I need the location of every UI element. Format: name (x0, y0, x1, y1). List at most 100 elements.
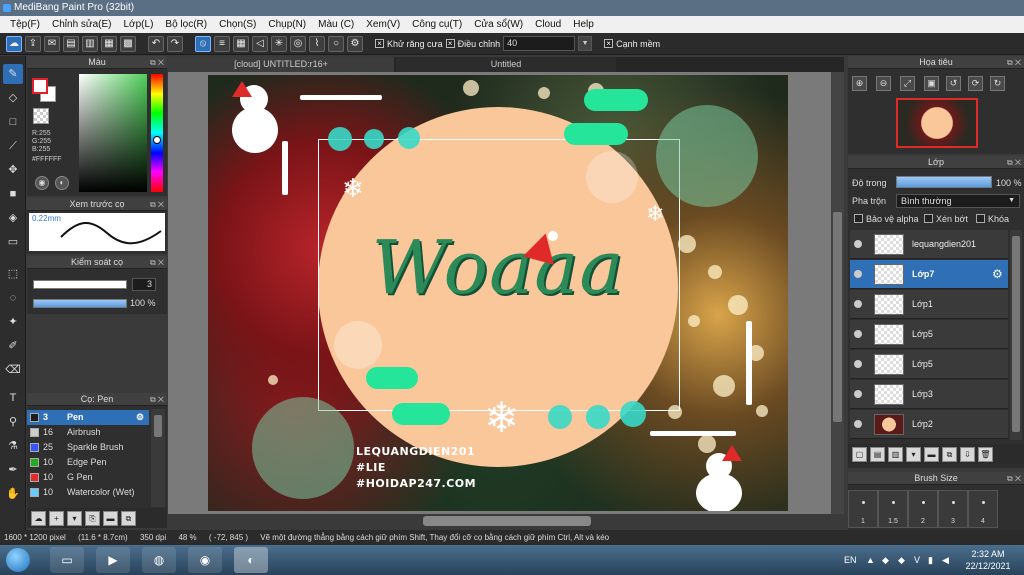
new-layer-icon[interactable]: ▢ (852, 446, 867, 462)
eye-icon[interactable] (854, 360, 862, 368)
rotate-left-icon[interactable]: ↺ (946, 76, 961, 91)
eraser-tool-icon[interactable]: ◇ (3, 88, 23, 108)
volume-icon[interactable]: ◀ (942, 545, 949, 575)
chevron-down-icon[interactable]: ▼ (578, 36, 593, 51)
lock-checkbox[interactable]: Khóa (976, 214, 1009, 224)
brush-size-option[interactable]: 1 (848, 490, 878, 528)
snap-settings-icon[interactable]: ⚙ (347, 35, 363, 52)
layer-opacity-slider[interactable] (896, 176, 992, 188)
fit-screen-icon[interactable]: ⤢ (900, 76, 915, 91)
brush-size-option[interactable]: 4 (968, 490, 998, 528)
panel-float-icon[interactable]: ⧉ ✕ (150, 256, 164, 269)
gear-icon[interactable]: ⚙ (992, 267, 1003, 281)
soft-edge-checkbox[interactable]: × (604, 39, 614, 48)
panel-float-icon[interactable]: ⧉ ✕ (1007, 156, 1021, 169)
canvas-horizontal-scrollbar[interactable] (168, 514, 844, 528)
select-eraser-tool-icon[interactable]: ⌫ (3, 360, 23, 380)
share-icon[interactable]: ⇪ (25, 35, 41, 52)
comment-icon[interactable]: ✉ (44, 35, 60, 52)
eye-icon[interactable] (854, 270, 862, 278)
cloud-icon[interactable]: ☁ (6, 35, 22, 52)
artwork-canvas[interactable]: Woaaa ❄ ❄ ❄ LEQUANGDIEN201 #LIE #HOIDAP2… (208, 75, 788, 511)
layer-list-scroll-thumb[interactable] (1012, 236, 1020, 432)
layer-folder-icon[interactable]: ▬ (924, 446, 939, 462)
medibang-icon[interactable]: ◐ (234, 547, 268, 573)
menu-color[interactable]: Màu (C) (312, 16, 360, 33)
tray-arrow-icon[interactable]: ▲ (866, 545, 875, 575)
windows-start-icon[interactable] (6, 548, 30, 572)
menu-layer[interactable]: Lớp(L) (118, 16, 160, 33)
dot-tool-icon[interactable]: ⟋ (3, 136, 23, 156)
navigator-thumbnail[interactable] (896, 98, 978, 148)
menu-tools[interactable]: Công cụ(T) (406, 16, 468, 33)
brush-item-pen[interactable]: 3 Pen ⚙ (27, 410, 149, 425)
transparent-color-swatch[interactable] (33, 108, 49, 124)
snap-parallel-icon[interactable]: ≡ (214, 35, 230, 52)
brush-cloud-icon[interactable]: ☁ (31, 510, 46, 526)
tab-cloud-untitled[interactable]: [cloud] UNTITLED:r16+ (168, 57, 394, 72)
taskbar-clock[interactable]: 2:32 AM 22/12/2021 (956, 548, 1020, 572)
lasso-tool-icon[interactable]: ◌ (3, 288, 23, 308)
chrome-icon[interactable]: ◉ (188, 547, 222, 573)
antialias-checkbox[interactable]: × (375, 39, 384, 48)
page-icon[interactable]: ▥ (82, 35, 98, 52)
palette-icon[interactable]: ◉ (35, 176, 49, 190)
layer-row[interactable]: lequangdien201 (850, 230, 1008, 259)
tab-untitled[interactable]: Untitled (396, 57, 616, 72)
brush-size-slider[interactable] (33, 280, 127, 289)
hand-tool-icon[interactable]: ✋ (3, 484, 23, 504)
menu-help[interactable]: Help (567, 16, 600, 33)
canvas-vertical-scrollbar[interactable] (831, 72, 844, 514)
snap-radial-icon[interactable]: ✳ (271, 35, 287, 52)
grid-icon[interactable]: ▩ (120, 35, 136, 52)
brush-tool-icon[interactable]: ✎ (3, 64, 23, 84)
gradient-tool-icon[interactable]: ▭ (3, 232, 23, 252)
blend-mode-select[interactable]: Bình thường ▼ (896, 194, 1020, 208)
rotate-right-icon[interactable]: ↻ (990, 76, 1005, 91)
undo-icon[interactable]: ↶ (148, 35, 164, 52)
clipping-checkbox[interactable]: Xén bớt (924, 214, 968, 224)
layer-row[interactable]: Lớp2 (850, 410, 1008, 439)
menu-window[interactable]: Cửa sổ(W) (468, 16, 529, 33)
brush-list-scrollbar[interactable] (151, 409, 165, 507)
new-8bit-layer-icon[interactable]: ▥ (888, 446, 903, 462)
layer-row[interactable]: Lớp7 ⚙ (850, 260, 1008, 289)
eyedropper-tool-icon[interactable]: ⚗ (3, 436, 23, 456)
eye-icon[interactable] (854, 330, 862, 338)
language-indicator[interactable]: EN (844, 545, 857, 575)
snap-circle-icon[interactable]: ◎ (290, 35, 306, 52)
duplicate-layer-icon[interactable]: ⧉ (942, 446, 957, 462)
panel-float-icon[interactable]: ⧉ ✕ (1007, 472, 1021, 485)
menu-file[interactable]: Tệp(F) (4, 16, 46, 33)
layer-menu-icon[interactable]: ▾ (906, 446, 921, 462)
layer-row[interactable]: Lớp3 (850, 380, 1008, 409)
brush-size-option[interactable]: 3 (938, 490, 968, 528)
panels-icon[interactable]: ▦ (101, 35, 117, 52)
fill-rect-tool-icon[interactable]: ■ (3, 184, 23, 204)
new-halftone-layer-icon[interactable]: ▤ (870, 446, 885, 462)
actual-size-icon[interactable]: ▣ (924, 76, 939, 91)
copy-brush-icon[interactable]: ⎘ (85, 510, 100, 526)
app-icon[interactable]: ◍ (142, 547, 176, 573)
protect-alpha-checkbox[interactable]: Bảo vệ alpha (854, 214, 919, 224)
zoom-out-icon[interactable]: ⊖ (876, 76, 891, 91)
tray-app-icon[interactable]: V (914, 545, 920, 575)
magic-wand-tool-icon[interactable]: ✦ (3, 312, 23, 332)
snap-ellipse-icon[interactable]: ○ (328, 35, 344, 52)
adjust-value-input[interactable]: 40 (503, 36, 576, 51)
snap-off-icon[interactable]: ⦸ (195, 35, 211, 52)
brush-list-scroll-thumb[interactable] (154, 415, 162, 437)
layer-row[interactable]: Lớp1 (850, 290, 1008, 319)
foreground-color-swatch[interactable] (32, 78, 48, 94)
eye-icon[interactable] (854, 390, 862, 398)
select-tool-icon[interactable]: ⬚ (3, 264, 23, 284)
layer-row[interactable]: Lớp5 (850, 320, 1008, 349)
file-explorer-icon[interactable]: ▭ (50, 547, 84, 573)
hue-slider-knob[interactable] (153, 136, 161, 144)
color-picker-icon[interactable]: ◐ (55, 176, 69, 190)
eye-icon[interactable] (854, 300, 862, 308)
menu-view[interactable]: Xem(V) (360, 16, 406, 33)
menu-edit[interactable]: Chỉnh sửa(E) (46, 16, 118, 33)
brush-size-value[interactable]: 3 (132, 278, 156, 291)
pen-tool-icon[interactable]: ✒ (3, 460, 23, 480)
